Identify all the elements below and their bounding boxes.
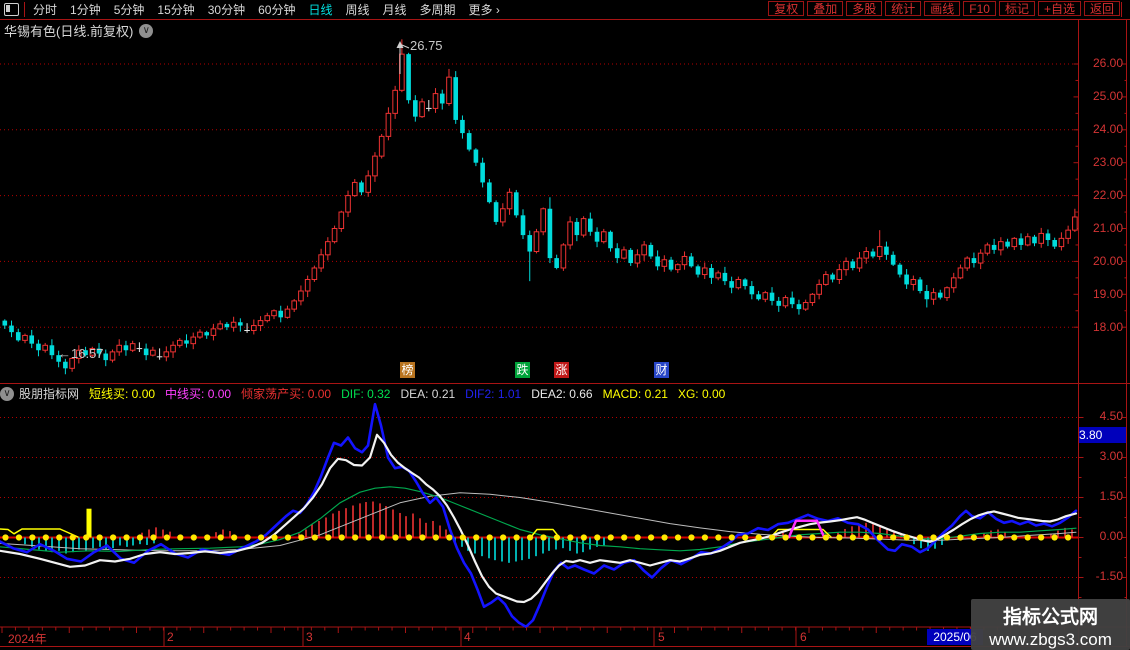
axis-label-month: 5 — [658, 630, 665, 644]
price-tick-label: 22.00 — [1092, 188, 1123, 202]
action-button-list: 复权 叠加 多股 统计 画线 F10 标记 +自选 返回 — [768, 1, 1120, 16]
indicator-value-pair: MACD: 0.21 — [602, 386, 668, 401]
indicator-tick-label: 3.00 — [1099, 449, 1123, 463]
tab-weekly[interactable]: 周线 — [345, 1, 369, 19]
tab-60min[interactable]: 60分钟 — [258, 1, 295, 19]
axis-label-month: 6 — [800, 630, 807, 644]
indicator-tick-label: -1.50 — [1095, 569, 1123, 583]
watermark-url: www.zbgs3.com — [989, 630, 1112, 649]
price-tick-label: 26.00 — [1092, 56, 1123, 70]
add-watchlist-button[interactable]: +自选 — [1037, 1, 1081, 16]
diejia-button[interactable]: 叠加 — [807, 1, 844, 16]
stock-title: 华锡有色(日线.前复权) — [4, 24, 134, 39]
price-tick-label: 19.00 — [1092, 287, 1123, 301]
chevron-down-icon[interactable]: ∨ — [139, 23, 154, 38]
indicator-value-pair: 倾家荡产买: 0.00 — [241, 386, 332, 401]
signal-marker-cai: 财 — [654, 362, 669, 378]
site-watermark: 指标公式网 www.zbgs3.com — [971, 599, 1130, 650]
indicator-tick-label: 1.50 — [1099, 489, 1123, 503]
price-tick-label: 23.00 — [1092, 155, 1123, 169]
indicator-value-pair: 短线买: 0.00 — [89, 386, 156, 401]
tab-5min[interactable]: 5分钟 — [114, 1, 145, 19]
indicator-value-pair: DIF: 0.32 — [341, 386, 391, 401]
indicator-value-pair: 中线买: 0.00 — [165, 386, 232, 401]
tab-multiperiod[interactable]: 多周期 — [420, 1, 456, 19]
window-panel-icon[interactable] — [4, 3, 19, 16]
chart-titlebar: 华锡有色(日线.前复权) ∨ — [4, 21, 154, 40]
chevron-down-icon[interactable]: ∨ — [0, 386, 14, 401]
indicator-tick-label: 4.50 — [1099, 409, 1123, 423]
signal-marker-die: 跌 — [515, 362, 530, 378]
tab-fenshi[interactable]: 分时 — [33, 1, 57, 19]
duogu-button[interactable]: 多股 — [846, 1, 883, 16]
price-tick-label: 20.00 — [1092, 254, 1123, 268]
indicator-site-name: 股朋指标网 — [19, 387, 80, 401]
watermark-title: 指标公式网 — [1002, 607, 1098, 628]
huaxian-button[interactable]: 画线 — [924, 1, 961, 16]
f10-button[interactable]: F10 — [963, 1, 996, 16]
stock-app-window: 分时 1分钟 5分钟 15分钟 30分钟 60分钟 日线 周线 月线 多周期 更… — [0, 0, 1130, 650]
biaoji-button[interactable]: 标记 — [998, 1, 1035, 16]
indicator-value-pair: DEA2: 0.66 — [531, 386, 593, 401]
price-tick-label: 18.00 — [1092, 320, 1123, 334]
axis-label-year: 2024年 — [8, 632, 47, 646]
indicator-values: 短线买: 0.00 中线买: 0.00 倾家荡产买: 0.00 DIF: 0.32 DE… — [79, 385, 725, 403]
tab-30min[interactable]: 30分钟 — [208, 1, 245, 19]
price-tick-label: 24.00 — [1092, 122, 1123, 136]
axis-label-month: 2 — [167, 630, 174, 644]
tongji-button[interactable]: 统计 — [885, 1, 922, 16]
indicator-value-pair: DEA: 0.21 — [400, 386, 456, 401]
back-button[interactable]: 返回 — [1083, 1, 1120, 16]
tab-daily[interactable]: 日线 — [308, 1, 332, 19]
signal-marker-bang: 榜 — [400, 362, 415, 378]
chart-canvas[interactable] — [0, 0, 1130, 650]
axis-label-month: 4 — [464, 630, 471, 644]
tab-1min[interactable]: 1分钟 — [70, 1, 101, 19]
low-price-annotation: ←16.57 — [58, 346, 104, 361]
peak-price-annotation: 26.75 — [410, 38, 443, 53]
tab-more[interactable]: 更多 › — [469, 1, 500, 19]
indicator-peak-value-box: 3.80 — [1079, 427, 1126, 443]
price-tick-label: 25.00 — [1092, 89, 1123, 103]
signal-marker-zhang: 涨 — [554, 362, 569, 378]
fuquan-button[interactable]: 复权 — [768, 1, 805, 16]
tab-monthly[interactable]: 月线 — [383, 1, 407, 19]
period-tab-list: 分时 1分钟 5分钟 15分钟 30分钟 60分钟 日线 周线 月线 多周期 更… — [33, 1, 500, 19]
indicator-label-row: ∨ 股朋指标网 短线买: 0.00 中线买: 0.00 倾家荡产买: 0.00 DIF… — [0, 385, 1075, 402]
price-tick-label: 21.00 — [1092, 221, 1123, 235]
indicator-tick-label: 0.00 — [1099, 529, 1123, 543]
indicator-value-pair: DIF2: 1.01 — [465, 386, 522, 401]
top-toolbar: 分时 1分钟 5分钟 15分钟 30分钟 60分钟 日线 周线 月线 多周期 更… — [0, 0, 1130, 19]
tab-15min[interactable]: 15分钟 — [157, 1, 194, 19]
axis-label-month: 3 — [306, 630, 313, 644]
indicator-value-pair: XG: 0.00 — [677, 386, 726, 401]
